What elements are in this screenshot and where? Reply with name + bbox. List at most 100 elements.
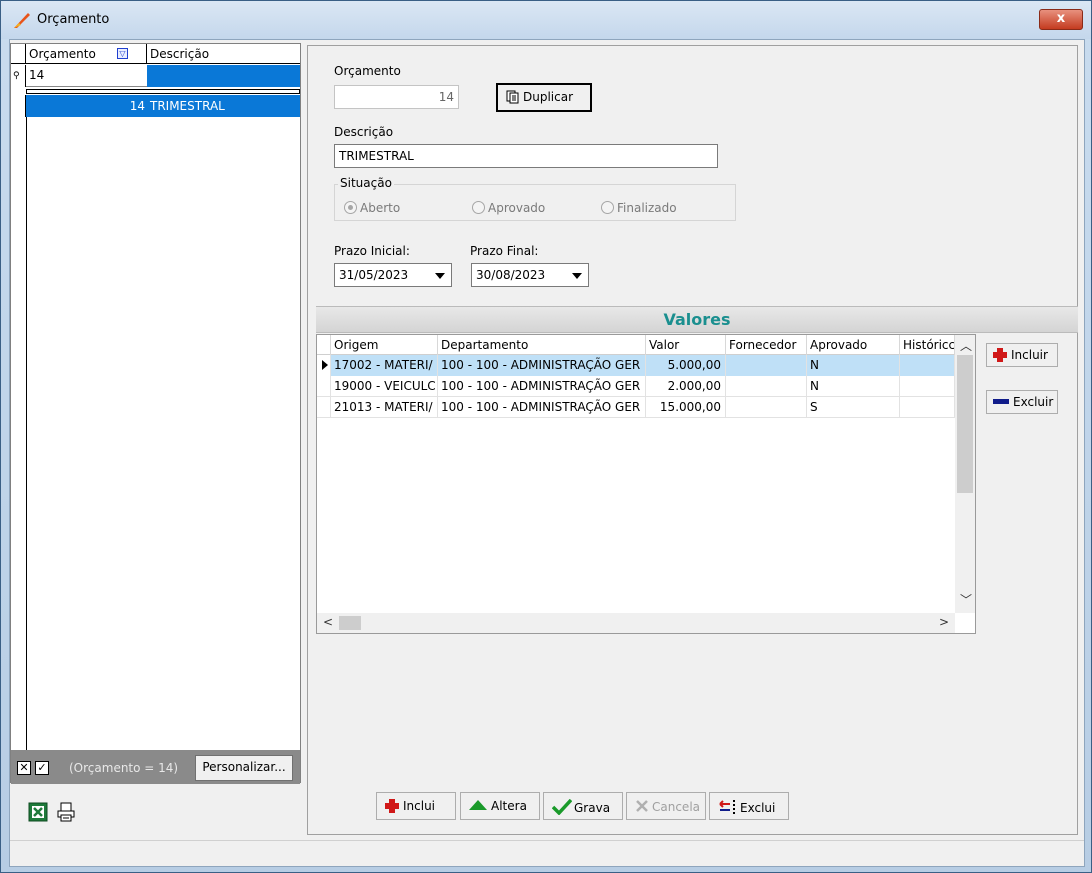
- cell-historico: [900, 397, 955, 418]
- radio-label: Aberto: [360, 201, 401, 215]
- filter-dropdown-icon[interactable]: ▽: [117, 48, 128, 59]
- row-indicator-header: [317, 335, 331, 355]
- radio-selected-icon: [344, 201, 357, 214]
- row-pointer: [317, 355, 331, 376]
- window: Orçamento x Orçamento ▽ Descrição ⚲ 14 1…: [0, 0, 1092, 873]
- chevron-down-icon[interactable]: [572, 273, 582, 279]
- prazo-final-datepicker[interactable]: 30/08/2023: [471, 263, 589, 287]
- cell-aprovado: N: [807, 355, 900, 376]
- radio-label: Finalizado: [617, 201, 677, 215]
- app-icon: [14, 13, 30, 28]
- delete-record-icon: [719, 800, 735, 814]
- prazo-inicial-label: Prazo Inicial:: [334, 244, 410, 258]
- window-title: Orçamento: [37, 12, 110, 27]
- inclui-button[interactable]: Inclui: [376, 792, 456, 820]
- table-row[interactable]: 19000 - VEICULC 100 - 100 - ADMINISTRAÇÃ…: [317, 376, 955, 397]
- column-header-label: Descrição: [150, 47, 210, 61]
- cell-aprovado: S: [807, 397, 900, 418]
- valores-grid: Origem Departamento Valor Fornecedor Apr…: [316, 334, 976, 634]
- filter-input-orcamento[interactable]: 14: [26, 65, 147, 87]
- valores-section-title: Valores: [316, 306, 1078, 333]
- grava-button[interactable]: Grava: [543, 792, 623, 820]
- cell-valor: 15.000,00: [646, 397, 726, 418]
- cell-origem: 21013 - MATERI/: [331, 397, 438, 418]
- chevron-up-icon[interactable]: ︿: [960, 337, 972, 354]
- enable-filter-checkbox[interactable]: ✓: [35, 761, 49, 775]
- valores-grid-header: Origem Departamento Valor Fornecedor Apr…: [317, 335, 955, 355]
- duplicar-label: Duplicar: [523, 90, 574, 104]
- column-header-departamento[interactable]: Departamento: [438, 335, 646, 355]
- cell-historico: [900, 376, 955, 397]
- cancel-x-icon: [636, 800, 648, 812]
- column-header-aprovado[interactable]: Aprovado: [807, 335, 900, 355]
- cancela-button[interactable]: Cancela: [626, 792, 706, 820]
- duplicar-button[interactable]: Duplicar: [496, 83, 592, 112]
- altera-label: Altera: [491, 799, 527, 813]
- radio-icon: [601, 201, 614, 214]
- cell-fornecedor: [726, 397, 807, 418]
- table-row[interactable]: 14 TRIMESTRAL: [11, 95, 300, 117]
- exclui-button[interactable]: Exclui: [709, 792, 789, 820]
- radio-icon: [472, 201, 485, 214]
- prazo-inicial-value: 31/05/2023: [339, 268, 409, 282]
- filter-row: ⚲ 14: [11, 65, 300, 87]
- vertical-scrollbar[interactable]: ︿ ﹀: [955, 335, 975, 613]
- row-pointer: [317, 376, 331, 397]
- column-header-orcamento[interactable]: Orçamento: [26, 44, 147, 64]
- orcamento-label: Orçamento: [334, 64, 401, 78]
- print-icon[interactable]: [56, 802, 76, 822]
- inclui-label: Inclui: [403, 799, 436, 813]
- radio-aberto[interactable]: Aberto: [344, 201, 400, 215]
- filter-row-icon: ⚲: [11, 65, 26, 87]
- cell-valor: 5.000,00: [646, 355, 726, 376]
- chevron-left-icon[interactable]: <: [323, 615, 333, 629]
- plus-icon: [993, 348, 1007, 362]
- table-row[interactable]: 21013 - MATERI/ 100 - 100 - ADMINISTRAÇÃ…: [317, 397, 955, 418]
- cell-departamento: 100 - 100 - ADMINISTRAÇÃO GER: [438, 376, 646, 397]
- customize-filter-button[interactable]: Personalizar...: [195, 755, 293, 781]
- separator: [26, 89, 300, 94]
- cell-orcamento: 14: [129, 99, 145, 113]
- cell-descricao: TRIMESTRAL: [150, 99, 225, 113]
- grid-header: Orçamento ▽ Descrição: [11, 44, 300, 64]
- cell-origem: 19000 - VEICULC: [331, 376, 438, 397]
- incluir-button[interactable]: Incluir: [986, 343, 1058, 367]
- column-header-label: Orçamento: [29, 47, 96, 61]
- prazo-inicial-datepicker[interactable]: 31/05/2023: [334, 263, 452, 287]
- column-header-descricao[interactable]: Descrição: [147, 44, 300, 64]
- descricao-field[interactable]: TRIMESTRAL: [334, 144, 718, 168]
- column-header-fornecedor[interactable]: Fornecedor: [726, 335, 807, 355]
- radio-aprovado[interactable]: Aprovado: [472, 201, 545, 215]
- filter-input-descricao[interactable]: [147, 65, 300, 87]
- indicator-column-line: [26, 117, 27, 781]
- column-header-historico[interactable]: Históricc: [900, 335, 955, 355]
- cell-fornecedor: [726, 376, 807, 397]
- chevron-down-icon[interactable]: [435, 273, 445, 279]
- cell-origem: 17002 - MATERI/: [331, 355, 438, 376]
- altera-button[interactable]: Altera: [460, 792, 540, 820]
- situacao-label: Situação: [338, 176, 394, 190]
- triangle-up-icon: [469, 800, 487, 810]
- row-indicator-header: [11, 44, 26, 64]
- radio-finalizado[interactable]: Finalizado: [601, 201, 677, 215]
- plus-icon: [385, 799, 399, 813]
- chevron-right-icon[interactable]: >: [939, 615, 949, 629]
- status-bar: [10, 840, 1084, 866]
- cell-departamento: 100 - 100 - ADMINISTRAÇÃO GER: [438, 397, 646, 418]
- scrollbar-thumb[interactable]: [957, 355, 973, 493]
- scrollbar-thumb[interactable]: [339, 616, 361, 630]
- close-button[interactable]: x: [1039, 9, 1083, 30]
- table-row[interactable]: 17002 - MATERI/ 100 - 100 - ADMINISTRAÇÃ…: [317, 355, 955, 376]
- excluir-button[interactable]: Excluir: [986, 390, 1058, 414]
- column-header-valor[interactable]: Valor: [646, 335, 726, 355]
- chevron-down-icon[interactable]: ﹀: [960, 591, 972, 608]
- cell-historico: [900, 355, 955, 376]
- clear-filter-checkbox[interactable]: ✕: [17, 761, 31, 775]
- row-indicator: [11, 95, 26, 117]
- exclui-label: Exclui: [740, 801, 776, 815]
- excel-export-icon[interactable]: [28, 802, 48, 822]
- column-header-origem[interactable]: Origem: [331, 335, 438, 355]
- cancela-label: Cancela: [652, 800, 701, 814]
- horizontal-scrollbar[interactable]: < >: [317, 613, 955, 633]
- radio-label: Aprovado: [488, 201, 546, 215]
